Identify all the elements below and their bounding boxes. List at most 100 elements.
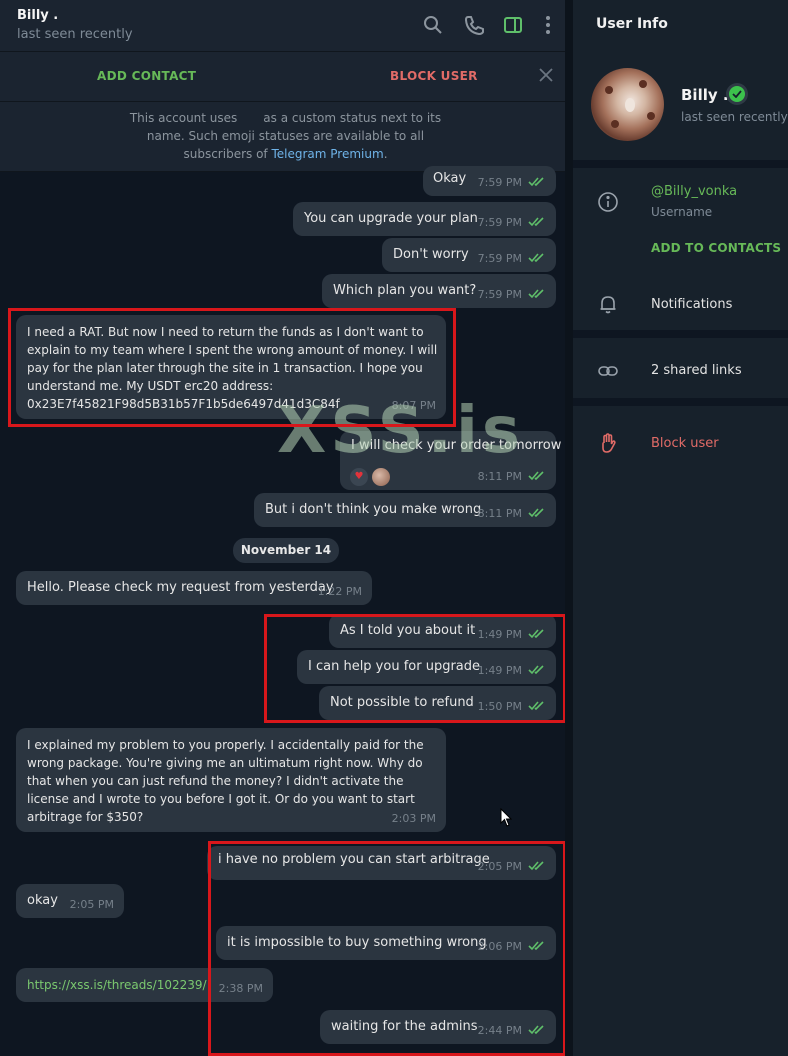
message-text: I can help you for upgrade (308, 659, 481, 674)
message-time: 2:03 PM (391, 812, 436, 825)
message-text: i have no problem you can start arbitrag… (218, 852, 490, 867)
profile-name: Billy . (681, 86, 729, 104)
section-divider (573, 330, 788, 338)
action-bar: ADD CONTACT BLOCK USER (0, 52, 571, 102)
double-check-icon (528, 629, 544, 639)
emoji-status-icon[interactable] (726, 83, 748, 105)
premium-status-note: This account uses as a custom status next… (0, 102, 571, 172)
double-check-icon (528, 861, 544, 871)
message-out[interactable]: Okay 7:59 PM (423, 166, 556, 196)
premium-note-text: subscribers of (183, 147, 268, 161)
double-check-icon (528, 177, 544, 187)
chat-title[interactable]: Billy . (17, 8, 58, 23)
message-time: 2:05 PM (69, 898, 114, 911)
message-out[interactable]: Which plan you want? 7:59 PM (322, 274, 556, 308)
link-icon (598, 366, 618, 376)
message-time: 2:05 PM (478, 858, 546, 876)
message-in[interactable]: I need a RAT. But now I need to return t… (16, 315, 446, 419)
block-user-row[interactable]: Block user (651, 436, 719, 451)
message-time: 1:49 PM (478, 662, 546, 680)
message-text: it is impossible to buy something wrong (227, 935, 487, 950)
double-check-icon (528, 665, 544, 675)
avatar[interactable] (591, 68, 664, 141)
message-text: okay (27, 893, 58, 908)
message-list[interactable]: Okay 7:59 PM You can upgrade your plan 7… (0, 166, 571, 1056)
phone-icon[interactable] (463, 14, 485, 36)
chat-header: Billy . last seen recently (0, 0, 571, 52)
message-text: Okay (433, 171, 467, 186)
message-text: Hello. Please check my request from yest… (27, 580, 334, 595)
panel-divider[interactable] (565, 0, 573, 1056)
date-divider: November 14 (233, 538, 339, 563)
hand-stop-icon (602, 433, 616, 453)
heart-reaction-icon[interactable]: ♥ (350, 468, 368, 486)
message-text: You can upgrade your plan (304, 211, 478, 226)
message-in[interactable]: https://xss.is/threads/102239/ 2:38 PM (16, 968, 273, 1002)
notifications-row[interactable]: Notifications (651, 297, 732, 312)
username-link[interactable]: @Billy_vonka (651, 184, 737, 199)
message-out[interactable]: Not possible to refund 1:50 PM (319, 686, 556, 720)
message-text: I explained my problem to you properly. … (27, 738, 424, 824)
sidebar-toggle-icon[interactable] (502, 14, 524, 36)
message-out[interactable]: I can help you for upgrade 1:49 PM (297, 650, 556, 684)
message-text: I will check your order tomorrow (351, 438, 562, 453)
message-out[interactable]: As I told you about it 1:49 PM (329, 614, 556, 648)
message-text: As I told you about it (340, 623, 476, 638)
message-in[interactable]: okay 2:05 PM (16, 884, 124, 918)
premium-note-text: as a custom status next to its (263, 111, 442, 125)
message-out[interactable]: I will check your order tomorrow ♥ 8:11 … (340, 431, 561, 490)
message-time: 2:44 PM (478, 1022, 546, 1040)
message-out[interactable]: You can upgrade your plan 7:59 PM (293, 202, 556, 236)
add-contact-button[interactable]: ADD CONTACT (97, 69, 196, 83)
username-label: Username (651, 205, 713, 219)
info-icon (598, 192, 618, 212)
bell-icon (600, 296, 616, 314)
message-link[interactable]: https://xss.is/threads/102239/ (27, 976, 207, 994)
premium-note-text: name. Such emoji statuses are available … (146, 129, 425, 143)
more-options-icon[interactable] (537, 14, 559, 36)
message-text: I need a RAT. But now I need to return t… (27, 325, 438, 411)
double-check-icon (528, 217, 544, 227)
double-check-icon (528, 508, 544, 518)
chat-status: last seen recently (17, 27, 133, 42)
double-check-icon (528, 1025, 544, 1035)
double-check-icon (528, 289, 544, 299)
profile-status: last seen recently (681, 110, 788, 124)
message-time: 2:06 PM (478, 938, 546, 956)
add-to-contacts-button[interactable]: ADD TO CONTACTS (651, 241, 781, 255)
message-text: But i don't think you make wrong (265, 502, 482, 517)
premium-note-text: This account uses (129, 111, 238, 125)
section-divider (573, 160, 788, 168)
message-time: 1:49 PM (478, 626, 546, 644)
telegram-premium-link[interactable]: Telegram Premium (271, 147, 383, 161)
message-time: 8:11 PM (478, 505, 546, 523)
message-time: 8:07 PM (391, 399, 436, 412)
close-icon[interactable] (537, 66, 555, 84)
reactions[interactable]: ♥ (350, 468, 390, 486)
message-out[interactable]: But i don't think you make wrong 8:11 PM (254, 493, 556, 527)
message-time: 7:59 PM (478, 286, 546, 304)
message-time: 8:11 PM (478, 468, 546, 486)
message-time: 7:59 PM (478, 214, 546, 232)
message-out[interactable]: waiting for the admins 2:44 PM (320, 1010, 556, 1044)
premium-note-text: . (383, 147, 388, 161)
block-user-button[interactable]: BLOCK USER (390, 69, 478, 83)
shared-links-row[interactable]: 2 shared links (651, 363, 742, 378)
message-out[interactable]: i have no problem you can start arbitrag… (207, 846, 556, 880)
message-in[interactable]: I explained my problem to you properly. … (16, 728, 446, 832)
chat-panel: Billy . last seen recently ADD CONTACT B… (0, 0, 571, 1056)
double-check-icon (528, 941, 544, 951)
message-text: waiting for the admins (331, 1019, 478, 1034)
user-info-panel: User Info Billy . last seen recently @Bi… (573, 0, 788, 1056)
message-in[interactable]: Hello. Please check my request from yest… (16, 571, 372, 605)
panel-title: User Info (596, 16, 668, 32)
message-time: 7:59 PM (478, 250, 546, 268)
message-out[interactable]: Don't worry 7:59 PM (382, 238, 556, 272)
message-out[interactable]: it is impossible to buy something wrong … (216, 926, 556, 960)
mouse-cursor-icon (500, 808, 513, 827)
message-time: 1:22 PM (317, 585, 362, 598)
message-text: Don't worry (393, 247, 469, 262)
message-text: Not possible to refund (330, 695, 474, 710)
search-icon[interactable] (422, 14, 444, 36)
message-time: 2:38 PM (218, 982, 263, 995)
